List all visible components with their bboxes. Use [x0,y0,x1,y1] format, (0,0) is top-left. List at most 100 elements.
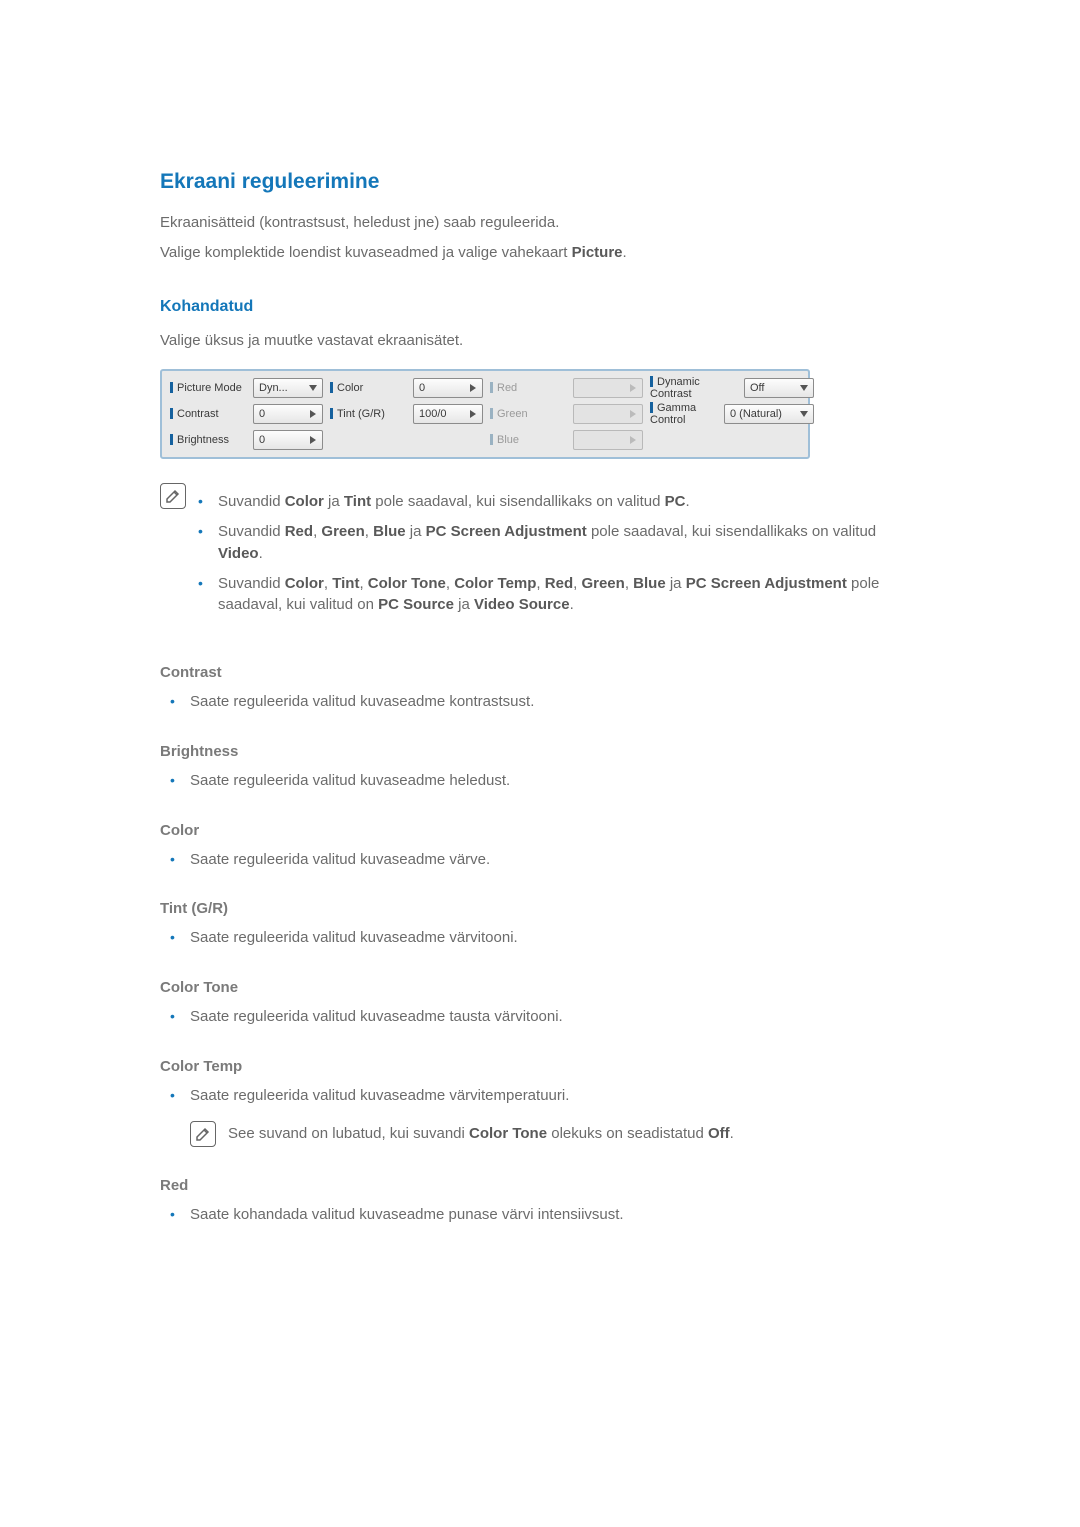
field-blue: Blue [487,429,643,451]
pencil-icon [160,483,186,509]
t: Green [581,575,624,592]
t: , [359,575,367,592]
spinner-tint[interactable]: 100/0 [413,404,483,424]
intro-p1: Ekraanisätteid (kontrastsust, heledust j… [160,212,920,234]
field-green: Green [487,403,643,425]
dropdown-dynamic-contrast[interactable]: Off [744,378,814,398]
t: Blue [373,523,406,540]
value-contrast: 0 [259,408,307,420]
dropdown-gamma-control[interactable]: 0 (Natural) [724,404,814,424]
value-tint: 100/0 [419,408,467,420]
t: , [365,523,373,540]
t: , [625,575,633,592]
chevron-right-icon [467,381,479,395]
value-picture-mode: Dyn... [259,382,307,394]
chevron-right-icon [467,407,479,421]
page-heading: Ekraani reguleerimine [160,170,920,194]
field-brightness[interactable]: Brightness 0 [167,429,323,451]
spinner-contrast[interactable]: 0 [253,404,323,424]
heading-tint-sec: Tint (G/R) [160,900,920,917]
pencil-icon [190,1121,216,1147]
t: Blue [633,575,666,592]
t: Suvandid [218,523,285,540]
intro-p2-bold: Picture [572,244,623,261]
heading-red-sec: Red [160,1177,920,1194]
note-item-3: Suvandid Color, Tint, Color Tone, Color … [218,573,920,617]
t: ja [666,575,686,592]
dropdown-picture-mode[interactable]: Dyn... [253,378,323,398]
t: Color Tone [368,575,446,592]
label-gamma-control: Gamma Control [650,402,696,426]
intro-p2: Valige komplektide loendist kuvaseadmed … [160,242,920,264]
note-block-1: Suvandid Color ja Tint pole saadaval, ku… [160,483,920,634]
t: . [259,545,263,562]
desc-contrast: Saate reguleerida valitud kuvaseadme kon… [190,691,920,713]
subheading-kohandatud: Kohandatud [160,298,920,316]
t: PC Screen Adjustment [686,575,847,592]
chevron-right-icon [627,381,639,395]
chevron-right-icon [307,407,319,421]
t: Off [708,1125,730,1142]
t: PC [665,493,686,510]
heading-colortone: Color Tone [160,979,920,996]
label-brightness-field: Brightness [177,434,229,446]
desc-red: Saate kohandada valitud kuvaseadme punas… [190,1204,920,1226]
chevron-right-icon [627,407,639,421]
heading-color-sec: Color [160,822,920,839]
t: Suvandid [218,575,285,592]
chevron-down-icon [798,381,810,395]
t: , [446,575,454,592]
chevron-right-icon [627,433,639,447]
field-dynamic-contrast[interactable]: Dynamic Contrast Off [647,377,814,399]
t: Suvandid [218,493,285,510]
t: . [730,1125,734,1142]
desc-color: Saate reguleerida valitud kuvaseadme vär… [190,849,920,871]
value-color: 0 [419,382,467,394]
chevron-down-icon [307,381,319,395]
field-color[interactable]: Color 0 [327,377,483,399]
t: PC Source [378,596,454,613]
desc-tint: Saate reguleerida valitud kuvaseadme vär… [190,927,920,949]
t: Tint [344,493,371,510]
field-tint[interactable]: Tint (G/R) 100/0 [327,403,483,425]
t: See suvand on lubatud, kui suvandi [228,1125,469,1142]
empty-cell [647,429,814,451]
t: . [570,596,574,613]
spinner-color[interactable]: 0 [413,378,483,398]
t: pole saadaval, kui sisendallikaks on val… [371,493,665,510]
t: Color Tone [469,1125,547,1142]
t: olekuks on seadistatud [547,1125,708,1142]
t: pole saadaval, kui sisendallikaks on val… [587,523,876,540]
t: Color [285,575,324,592]
label-contrast-field: Contrast [177,408,219,420]
field-picture-mode[interactable]: Picture Mode Dyn... [167,377,323,399]
field-contrast[interactable]: Contrast 0 [167,403,323,425]
spinner-brightness[interactable]: 0 [253,430,323,450]
desc-colortemp: Saate reguleerida valitud kuvaseadme vär… [190,1085,920,1107]
t: , [324,575,332,592]
label-dynamic-contrast: Dynamic Contrast [650,376,700,400]
value-gamma-control: 0 (Natural) [730,408,798,420]
t: Video [218,545,259,562]
field-red: Red [487,377,643,399]
desc-brightness: Saate reguleerida valitud kuvaseadme hel… [190,770,920,792]
t: ja [406,523,426,540]
label-blue: Blue [497,434,519,446]
t: ja [324,493,344,510]
t: Color [285,493,324,510]
chevron-right-icon [307,433,319,447]
spinner-blue [573,430,643,450]
t: Green [321,523,364,540]
desc-colortone: Saate reguleerida valitud kuvaseadme tau… [190,1006,920,1028]
heading-colortemp: Color Temp [160,1058,920,1075]
heading-contrast: Contrast [160,664,920,681]
t: , [536,575,544,592]
note-item-2: Suvandid Red, Green, Blue ja PC Screen A… [218,521,920,565]
t: Video Source [474,596,570,613]
label-color: Color [337,382,363,394]
t: Red [285,523,313,540]
custom-intro: Valige üksus ja muutke vastavat ekraanis… [160,330,920,352]
field-gamma-control[interactable]: Gamma Control 0 (Natural) [647,403,814,425]
t: Red [545,575,573,592]
label-tint: Tint (G/R) [337,408,385,420]
